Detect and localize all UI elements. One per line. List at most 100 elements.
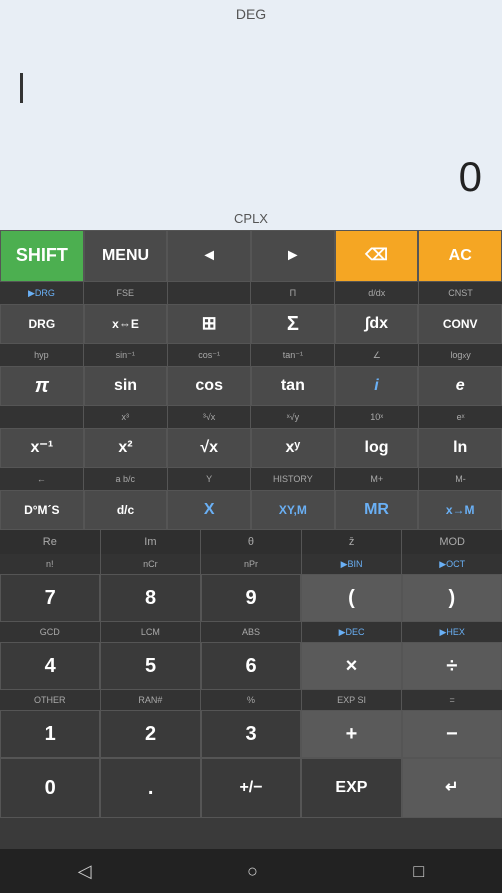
enter-button[interactable]: ↵ bbox=[402, 758, 502, 818]
pi-sub: Π bbox=[251, 282, 335, 304]
row3-main: x⁻¹ x² √x xʸ log ln bbox=[0, 428, 502, 468]
drg-button[interactable]: DRG bbox=[0, 304, 84, 344]
divide-button[interactable]: ÷ bbox=[402, 642, 502, 690]
ncr-sub: nCr bbox=[101, 554, 202, 574]
plus-button[interactable]: + bbox=[301, 710, 401, 758]
conv-button[interactable]: CONV bbox=[418, 304, 502, 344]
row456-sub: GCD LCM ABS ▶DEC ▶HEX bbox=[0, 622, 502, 642]
xm-button[interactable]: x→M bbox=[418, 490, 502, 530]
cnst-sub: CNST bbox=[419, 282, 502, 304]
log-button[interactable]: log bbox=[335, 428, 419, 468]
mr-button[interactable]: MR bbox=[335, 490, 419, 530]
cursor-line bbox=[0, 22, 502, 153]
plusminus-button[interactable]: +/− bbox=[201, 758, 301, 818]
shift-button[interactable]: SHIFT bbox=[0, 230, 84, 282]
key-1[interactable]: 1 bbox=[0, 710, 100, 758]
theta-label: θ bbox=[201, 530, 302, 554]
ran-sub: RAN# bbox=[101, 690, 202, 710]
eq-sub: = bbox=[402, 690, 502, 710]
decimal-button[interactable]: . bbox=[100, 758, 200, 818]
left-arrow-button[interactable]: ◄ bbox=[167, 230, 251, 282]
result-value: 0 bbox=[0, 153, 502, 211]
key-6[interactable]: 6 bbox=[201, 642, 301, 690]
key-7[interactable]: 7 bbox=[0, 574, 100, 622]
empty-sub2 bbox=[0, 406, 84, 428]
x3-sub: x³ bbox=[84, 406, 168, 428]
sqrt-button[interactable]: √x bbox=[167, 428, 251, 468]
key-4[interactable]: 4 bbox=[0, 642, 100, 690]
tan-button[interactable]: tan bbox=[251, 366, 335, 406]
logxy-sub: logxy bbox=[419, 344, 502, 366]
home-button[interactable]: ○ bbox=[247, 861, 258, 882]
ten-x-sub: 10ˣ bbox=[335, 406, 419, 428]
sin-inv-sub: sin⁻¹ bbox=[84, 344, 168, 366]
history-sub: HISTORY bbox=[251, 468, 335, 490]
exp-button[interactable]: EXP bbox=[301, 758, 401, 818]
imaginary-button[interactable]: i bbox=[335, 366, 419, 406]
key-5[interactable]: 5 bbox=[100, 642, 200, 690]
im-label: Im bbox=[101, 530, 202, 554]
cos-button[interactable]: cos bbox=[167, 366, 251, 406]
key-9[interactable]: 9 bbox=[201, 574, 301, 622]
ddx-sub: d/dx bbox=[335, 282, 419, 304]
complex-sub-row: Re Im θ z̄ MOD bbox=[0, 530, 502, 554]
cursor bbox=[20, 73, 23, 103]
row1-sub: ▶DRG FSE Π d/dx CNST bbox=[0, 282, 502, 304]
sigma-button[interactable]: Σ bbox=[251, 304, 335, 344]
close-paren-button[interactable]: ) bbox=[402, 574, 502, 622]
nav-bar: ◁ ○ □ bbox=[0, 849, 502, 893]
gcd-sub: GCD bbox=[0, 622, 101, 642]
right-arrow-button[interactable]: ► bbox=[251, 230, 335, 282]
row-789: 7 8 9 ( ) bbox=[0, 574, 502, 622]
cbrt-sub: ³√x bbox=[168, 406, 252, 428]
m-plus-sub: M+ bbox=[335, 468, 419, 490]
x-sq-button[interactable]: x² bbox=[84, 428, 168, 468]
e-x-sub: eˣ bbox=[419, 406, 502, 428]
key-2[interactable]: 2 bbox=[100, 710, 200, 758]
key-3[interactable]: 3 bbox=[201, 710, 301, 758]
x-button[interactable]: X bbox=[167, 490, 251, 530]
percent-sub: % bbox=[201, 690, 302, 710]
sin-button[interactable]: sin bbox=[84, 366, 168, 406]
dc-button[interactable]: d/c bbox=[84, 490, 168, 530]
fse-sub: FSE bbox=[84, 282, 168, 304]
pi-button[interactable]: π bbox=[0, 366, 84, 406]
angle-sub: ∠ bbox=[335, 344, 419, 366]
ln-button[interactable]: ln bbox=[418, 428, 502, 468]
key-8[interactable]: 8 bbox=[100, 574, 200, 622]
integral-button[interactable]: ∫dx bbox=[335, 304, 419, 344]
keyboard: SHIFT MENU ◄ ► ⌫ AC ▶DRG FSE Π d/dx CNST… bbox=[0, 230, 502, 849]
dec-sub: ▶DEC bbox=[302, 622, 403, 642]
multiply-button[interactable]: × bbox=[301, 642, 401, 690]
x-inv-button[interactable]: x⁻¹ bbox=[0, 428, 84, 468]
row3-sub: x³ ³√x ˣ√y 10ˣ eˣ bbox=[0, 406, 502, 428]
xe-button[interactable]: x⇔E bbox=[84, 304, 168, 344]
row4-main: D°M´S d/c X XY,M MR x→M bbox=[0, 490, 502, 530]
cos-inv-sub: cos⁻¹ bbox=[168, 344, 252, 366]
minus-button[interactable]: − bbox=[402, 710, 502, 758]
row-shift-menu: SHIFT MENU ◄ ► ⌫ AC bbox=[0, 230, 502, 282]
dms-button[interactable]: D°M´S bbox=[0, 490, 84, 530]
grid-button[interactable]: ⊞ bbox=[167, 304, 251, 344]
euler-button[interactable]: e bbox=[418, 366, 502, 406]
open-paren-button[interactable]: ( bbox=[301, 574, 401, 622]
ac-button[interactable]: AC bbox=[418, 230, 502, 282]
cplx-label: CPLX bbox=[0, 211, 502, 230]
hyp-sub: hyp bbox=[0, 344, 84, 366]
npr-sub: nPr bbox=[201, 554, 302, 574]
lcm-sub: LCM bbox=[101, 622, 202, 642]
expsi-sub: EXP SI bbox=[302, 690, 403, 710]
deg-label: DEG bbox=[0, 0, 502, 22]
drg-sub: ▶DRG bbox=[0, 282, 84, 304]
recent-button[interactable]: □ bbox=[413, 861, 424, 882]
bin-sub: ▶BIN bbox=[302, 554, 403, 574]
key-0[interactable]: 0 bbox=[0, 758, 100, 818]
x-pow-y-button[interactable]: xʸ bbox=[251, 428, 335, 468]
back-button[interactable]: ◁ bbox=[78, 861, 92, 882]
xym-button[interactable]: XY,M bbox=[251, 490, 335, 530]
xrooty-sub: ˣ√y bbox=[251, 406, 335, 428]
re-label: Re bbox=[0, 530, 101, 554]
row123-sub: OTHER RAN# % EXP SI = bbox=[0, 690, 502, 710]
backspace-button[interactable]: ⌫ bbox=[335, 230, 419, 282]
menu-button[interactable]: MENU bbox=[84, 230, 168, 282]
